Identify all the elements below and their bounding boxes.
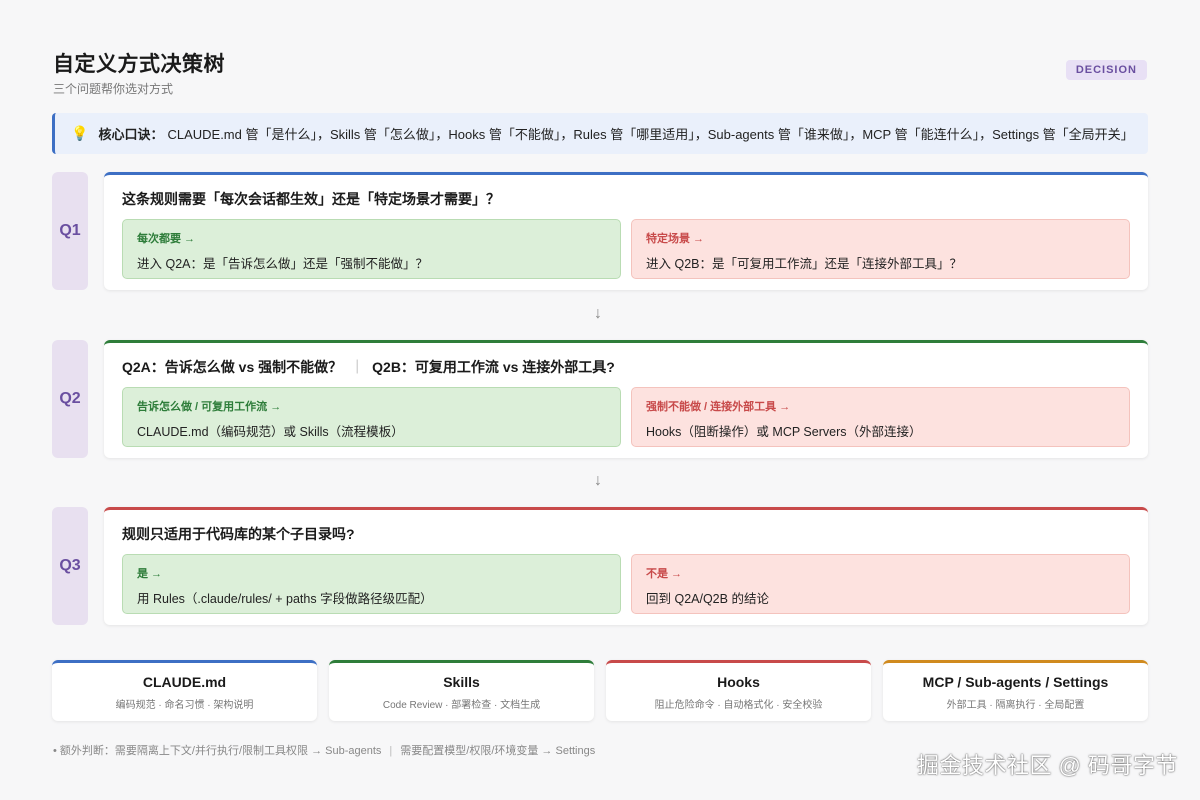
option-yes-text: 用 Rules（.claude/rules/ + paths 字段做路径级匹配） bbox=[137, 592, 433, 606]
option-no: 强制不能做 / 连接外部工具 → Hooks（阻断操作）或 MCP Server… bbox=[631, 387, 1130, 447]
question-card: 这条规则需要「每次会话都生效」还是「特定场景才需要」？ 每次都要 → 进入 Q2… bbox=[104, 172, 1148, 290]
question-tag: Q1 bbox=[52, 172, 88, 290]
question-text: Q2A：告诉怎么做 vs 强制不能做？ ｜ Q2B：可复用工作流 vs 连接外部工具… bbox=[122, 357, 1130, 377]
summary-card-claude-md: CLAUDE.md 编码规范 · 命名习惯 · 架构说明 bbox=[52, 660, 317, 721]
option-yes-label: 是 → bbox=[137, 568, 163, 580]
lightbulb-icon: 💡 bbox=[71, 125, 89, 141]
question-a-text: Q2A：告诉怎么做 vs 强制不能做？ bbox=[122, 359, 343, 375]
summary-desc: Code Review · 部署检查 · 文档生成 bbox=[382, 700, 541, 711]
option-yes: 告诉怎么做 / 可复用工作流 → CLAUDE.md（编码规范）或 Skills… bbox=[122, 387, 621, 447]
option-no-label: 不是 → bbox=[646, 568, 683, 580]
summary-card-hooks: Hooks 阻止危险命令 · 自动格式化 · 安全校验 bbox=[606, 660, 871, 721]
footnote-part2: 需要配置模型/权限/环境变量 → Settings bbox=[400, 745, 596, 757]
summary-title: Skills bbox=[443, 674, 480, 690]
summary-title: Hooks bbox=[717, 674, 760, 690]
option-yes-label: 告诉怎么做 / 可复用工作流 → bbox=[137, 401, 282, 413]
option-no-text: Hooks（阻断操作）或 MCP Servers（外部连接） bbox=[646, 425, 922, 439]
summary-card-skills: Skills Code Review · 部署检查 · 文档生成 bbox=[329, 660, 594, 721]
option-yes-label: 每次都要 → bbox=[137, 233, 196, 245]
down-arrow-icon: ↓ bbox=[594, 472, 602, 489]
summary-card-mcp: MCP / Sub-agents / Settings 外部工具 · 隔离执行 … bbox=[883, 660, 1148, 721]
tip-text: CLAUDE.md 管「是什么」，Skills 管「怎么做」，Hooks 管「不… bbox=[167, 127, 1134, 142]
footnote-part1: • 额外判断：需要隔离上下文/并行执行/限制工具权限 → Sub-agents bbox=[53, 745, 382, 757]
option-no: 特定场景 → 进入 Q2B：是「可复用工作流」还是「连接外部工具」？ bbox=[631, 219, 1130, 279]
question-tag: Q3 bbox=[52, 507, 88, 625]
summary-cards: CLAUDE.md 编码规范 · 命名习惯 · 架构说明 Skills Code… bbox=[52, 660, 1148, 721]
option-no-text: 回到 Q2A/Q2B 的结论 bbox=[646, 592, 769, 606]
question-tag: Q2 bbox=[52, 340, 88, 458]
question-b-text: Q2B：可复用工作流 vs 连接外部工具? bbox=[372, 359, 615, 375]
question-card: 规则只适用于代码库的某个子目录吗? 是 → 用 Rules（.claude/ru… bbox=[104, 507, 1148, 625]
option-yes: 是 → 用 Rules（.claude/rules/ + paths 字段做路径… bbox=[122, 554, 621, 614]
page-subtitle: 三个问题帮你选对方式 bbox=[53, 82, 174, 96]
page-title: 自定义方式决策树 bbox=[53, 53, 225, 76]
summary-desc: 编码规范 · 命名习惯 · 架构说明 bbox=[115, 700, 254, 711]
footnote: • 额外判断：需要隔离上下文/并行执行/限制工具权限 → Sub-agents |… bbox=[53, 742, 595, 758]
option-no-label: 特定场景 → bbox=[646, 233, 705, 245]
option-yes-text: 进入 Q2A：是「告诉怎么做」还是「强制不能做」？ bbox=[137, 257, 428, 271]
watermark: 掘金技术社区 @ 码哥字节 bbox=[916, 753, 1178, 778]
option-no: 不是 → 回到 Q2A/Q2B 的结论 bbox=[631, 554, 1130, 614]
down-arrow-icon: ↓ bbox=[594, 305, 602, 322]
question-text: 规则只适用于代码库的某个子目录吗? bbox=[122, 524, 1130, 544]
summary-desc: 外部工具 · 隔离执行 · 全局配置 bbox=[946, 700, 1085, 711]
question-a-text: 这条规则需要「每次会话都生效」还是「特定场景才需要」？ bbox=[122, 191, 500, 207]
summary-desc: 阻止危险命令 · 自动格式化 · 安全校验 bbox=[654, 700, 823, 711]
tip-banner: 💡 核心口诀： CLAUDE.md 管「是什么」，Skills 管「怎么做」，H… bbox=[52, 113, 1148, 154]
question-a-text: 规则只适用于代码库的某个子目录吗? bbox=[122, 526, 355, 542]
option-yes-text: CLAUDE.md（编码规范）或 Skills（流程模板） bbox=[137, 425, 404, 439]
option-no-text: 进入 Q2B：是「可复用工作流」还是「连接外部工具」？ bbox=[646, 257, 962, 271]
summary-title: CLAUDE.md bbox=[142, 674, 227, 690]
summary-title: MCP / Sub-agents / Settings bbox=[922, 674, 1109, 690]
question-separator: ｜ bbox=[350, 359, 365, 375]
footnote-separator: | bbox=[389, 745, 393, 757]
option-no-label: 强制不能做 / 连接外部工具 → bbox=[646, 401, 791, 413]
option-yes: 每次都要 → 进入 Q2A：是「告诉怎么做」还是「强制不能做」？ bbox=[122, 219, 621, 279]
question-text: 这条规则需要「每次会话都生效」还是「特定场景才需要」？ bbox=[122, 189, 1130, 209]
question-card: Q2A：告诉怎么做 vs 强制不能做？ ｜ Q2B：可复用工作流 vs 连接外部工具… bbox=[104, 340, 1148, 458]
decision-badge: DECISION bbox=[1065, 60, 1147, 80]
tip-label: 核心口诀： bbox=[98, 127, 164, 142]
